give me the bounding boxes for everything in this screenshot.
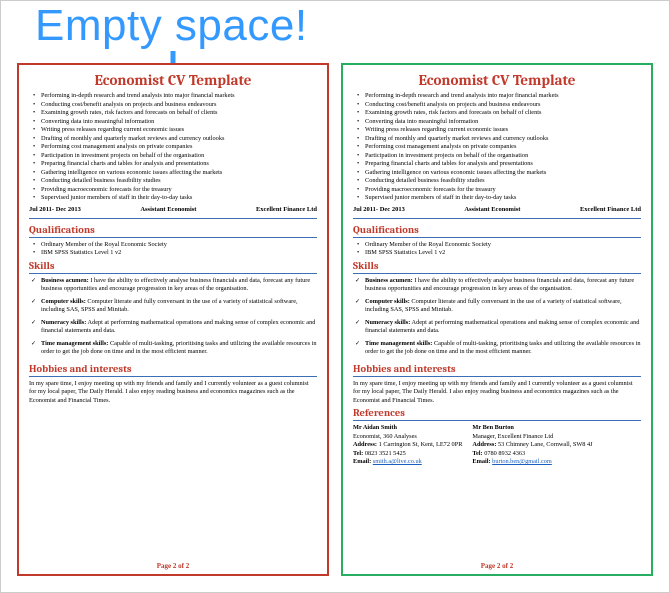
reference-tel: 0780 8932 4363 <box>484 450 525 457</box>
list-item: Computer skills: Computer literate and f… <box>365 298 641 315</box>
list-item: Writing press releases regarding current… <box>365 126 641 135</box>
list-item: Performing in-depth research and trend a… <box>41 92 317 101</box>
reference-address: 53 Chimney Lane, Cornwall, SW8 4J <box>498 441 593 448</box>
references-columns: Mr Aidan Smith Economist, 360 Analyses A… <box>353 424 641 467</box>
job-line: Jul 2011- Dec 2013 Assistant Economist E… <box>29 206 317 213</box>
reference-address: 1 Carrington St, Kent, LE72 0PR <box>379 441 463 448</box>
skills-list: Business acumen: I have the ability to e… <box>29 277 317 361</box>
list-item: Performing in-depth research and trend a… <box>365 92 641 101</box>
qualifications-heading: Qualifications <box>353 224 641 236</box>
skills-heading: Skills <box>353 260 641 272</box>
list-item: Performing cost management analysis on p… <box>41 143 317 152</box>
page-footer: Page 2 of 2 <box>29 558 317 570</box>
hobbies-text: In my spare time, I enjoy meeting up wit… <box>353 380 641 406</box>
list-item: Conducting detailed business feasibility… <box>41 177 317 186</box>
reference-card: Mr Ben Burton Manager, Excellent Finance… <box>472 424 592 467</box>
list-item: Converting data into meaningful informat… <box>41 118 317 127</box>
section-divider <box>353 218 641 219</box>
references-heading: References <box>353 407 641 419</box>
reference-name: Mr Ben Burton <box>472 424 514 431</box>
list-item: Writing press releases regarding current… <box>41 126 317 135</box>
hobbies-heading: Hobbies and interests <box>353 363 641 375</box>
section-divider <box>353 273 641 274</box>
list-item: Converting data into meaningful informat… <box>365 118 641 127</box>
list-item: Conducting cost/benefit analysis on proj… <box>41 101 317 110</box>
list-item: Numeracy skills: Adept at performing mat… <box>41 319 317 336</box>
reference-email-link[interactable]: smith.a@live.co.uk <box>373 458 422 465</box>
cv-page-left: Economist CV Template Performing in-dept… <box>17 63 329 576</box>
section-divider <box>29 237 317 238</box>
section-divider <box>29 273 317 274</box>
qualifications-list: Ordinary Member of the Royal Economic So… <box>29 241 317 258</box>
qualifications-list: Ordinary Member of the Royal Economic So… <box>353 241 641 258</box>
reference-name: Mr Aidan Smith <box>353 424 397 431</box>
list-item: Preparing financial charts and tables fo… <box>41 160 317 169</box>
list-item: Business acumen: I have the ability to e… <box>365 277 641 294</box>
list-item: Time management skills: Capable of multi… <box>41 340 317 357</box>
list-item: Examining growth rates, risk factors and… <box>41 109 317 118</box>
skills-list: Business acumen: I have the ability to e… <box>353 277 641 361</box>
list-item: IBM SPSS Statistics Level 1 v2 <box>365 249 641 258</box>
list-item: Business acumen: I have the ability to e… <box>41 277 317 294</box>
skills-heading: Skills <box>29 260 317 272</box>
reference-tel: 0823 3521 5425 <box>365 450 406 457</box>
page-footer: Page 2 of 2 <box>353 558 641 570</box>
list-item: Drafting of monthly and quarterly market… <box>365 135 641 144</box>
duties-list: Performing in-depth research and trend a… <box>353 92 641 203</box>
list-item: Providing macroeconomic forecasts for th… <box>365 186 641 195</box>
list-item: Time management skills: Capable of multi… <box>365 340 641 357</box>
list-item: Examining growth rates, risk factors and… <box>365 109 641 118</box>
list-item: Performing cost management analysis on p… <box>365 143 641 152</box>
section-divider <box>29 218 317 219</box>
reference-role: Economist, 360 Analyses <box>353 433 462 442</box>
list-item: Supervised junior members of staff in th… <box>41 194 317 203</box>
job-company: Excellent Finance Ltd <box>580 206 641 213</box>
job-role: Assistant Economist <box>140 206 196 213</box>
list-item: Participation in investment projects on … <box>365 152 641 161</box>
section-divider <box>353 420 641 421</box>
list-item: Drafting of monthly and quarterly market… <box>41 135 317 144</box>
list-item: Conducting cost/benefit analysis on proj… <box>365 101 641 110</box>
page-title: Economist CV Template <box>353 71 641 89</box>
page-title: Economist CV Template <box>29 71 317 89</box>
hobbies-text: In my spare time, I enjoy meeting up wit… <box>29 380 317 406</box>
job-dates: Jul 2011- Dec 2013 <box>29 206 81 213</box>
reference-card: Mr Aidan Smith Economist, 360 Analyses A… <box>353 424 462 467</box>
job-line: Jul 2011- Dec 2013 Assistant Economist E… <box>353 206 641 213</box>
job-role: Assistant Economist <box>464 206 520 213</box>
empty-space <box>29 405 317 558</box>
qualifications-heading: Qualifications <box>29 224 317 236</box>
list-item: IBM SPSS Statistics Level 1 v2 <box>41 249 317 258</box>
list-item: Numeracy skills: Adept at performing mat… <box>365 319 641 336</box>
section-divider <box>353 237 641 238</box>
cv-page-right: Economist CV Template Performing in-dept… <box>341 63 653 576</box>
section-divider <box>353 376 641 377</box>
reference-email-link[interactable]: burton.ben@gmail.com <box>492 458 552 465</box>
list-item: Gathering intelligence on various econom… <box>41 169 317 178</box>
job-company: Excellent Finance Ltd <box>256 206 317 213</box>
list-item: Gathering intelligence on various econom… <box>365 169 641 178</box>
list-item: Providing macroeconomic forecasts for th… <box>41 186 317 195</box>
list-item: Ordinary Member of the Royal Economic So… <box>365 241 641 250</box>
job-dates: Jul 2011- Dec 2013 <box>353 206 405 213</box>
duties-list: Performing in-depth research and trend a… <box>29 92 317 203</box>
hobbies-heading: Hobbies and interests <box>29 363 317 375</box>
list-item: Conducting detailed business feasibility… <box>365 177 641 186</box>
list-item: Participation in investment projects on … <box>41 152 317 161</box>
list-item: Preparing financial charts and tables fo… <box>365 160 641 169</box>
list-item: Ordinary Member of the Royal Economic So… <box>41 241 317 250</box>
list-item: Supervised junior members of staff in th… <box>365 194 641 203</box>
reference-role: Manager, Excellent Finance Ltd <box>472 433 592 442</box>
annotation-label: Empty space! <box>35 1 308 51</box>
section-divider <box>29 376 317 377</box>
list-item: Computer skills: Computer literate and f… <box>41 298 317 315</box>
